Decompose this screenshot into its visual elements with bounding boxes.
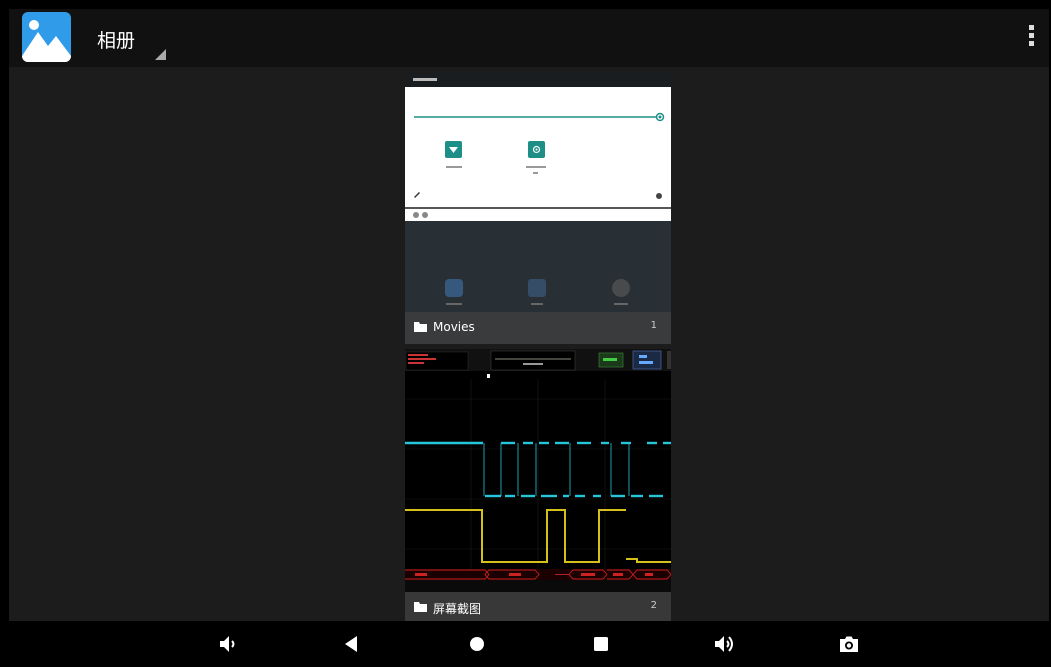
album-movies[interactable]: Movies 1 [405,73,671,344]
album-name: Movies [433,320,475,334]
album-thumbnail [405,73,671,344]
volume-down-icon[interactable] [216,632,240,656]
volume-up-icon[interactable] [713,632,737,656]
system-nav-bar [9,621,1049,666]
back-icon[interactable] [340,632,364,656]
album-label-bar: Movies 1 [405,312,671,344]
album-screenshots[interactable]: 屏幕截图 2 [405,349,671,624]
album-grid: Movies 1 屏幕截图 2 [405,73,671,624]
camera-icon[interactable] [837,632,861,656]
recents-icon[interactable] [589,632,613,656]
home-icon[interactable] [465,632,489,656]
app-bar: 相册 [9,9,1049,67]
screen: 相册 Movies 1 屏幕截图 2 [9,9,1049,666]
album-count: 1 [650,320,657,331]
album-name: 屏幕截图 [433,602,482,616]
folder-icon [414,602,427,612]
album-label-bar: 屏幕截图 2 [405,592,671,624]
folder-icon [414,322,427,332]
gallery-icon[interactable] [22,12,71,62]
dropdown-indicator-icon[interactable] [155,49,166,60]
album-thumbnail [405,349,671,624]
album-dropdown-title[interactable]: 相册 [97,26,135,53]
album-count: 2 [650,600,657,611]
overflow-menu-icon[interactable] [1024,25,1038,51]
